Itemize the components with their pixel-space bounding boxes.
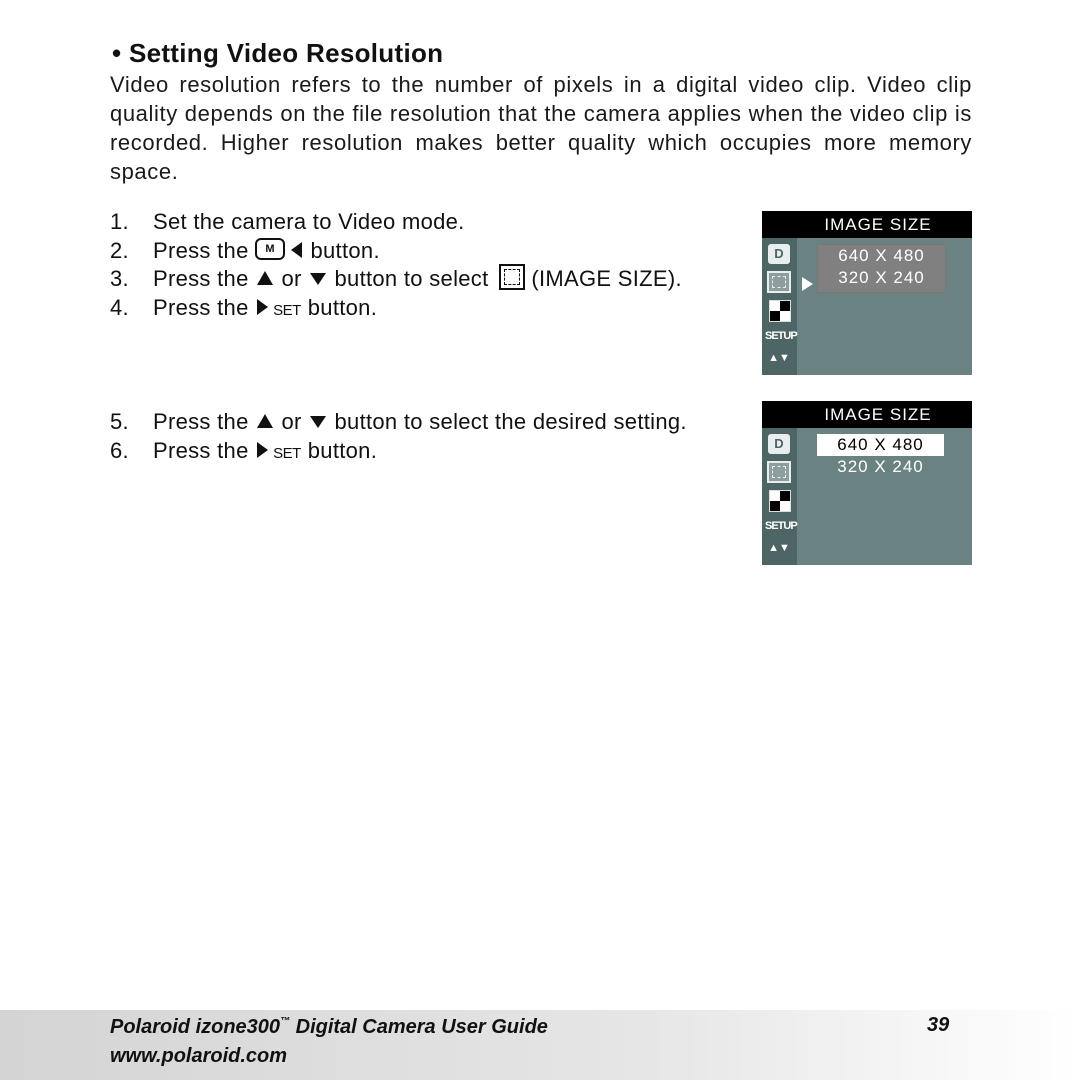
step-6: 6. Press the SET button.: [110, 437, 710, 469]
down-arrow-icon: [310, 416, 327, 429]
image-size-icon: [767, 271, 791, 293]
step-number: 2.: [110, 237, 129, 263]
left-arrow-icon: [291, 241, 303, 258]
image-size-icon: [767, 461, 791, 483]
camera-screen-2: IMAGE SIZE D SETUP ▲▼ 640 X 480 320 X 24…: [762, 401, 972, 565]
image-size-icon: [498, 264, 525, 291]
camera-mode-icon: D: [768, 434, 790, 454]
step-5: 5. Press the or button to select the des…: [110, 408, 710, 437]
trademark: ™: [280, 1016, 291, 1027]
down-arrow-icon: [310, 273, 327, 286]
camera-screen-1: IMAGE SIZE D SETUP ▲▼ 640 X 480 320 X 24…: [762, 211, 972, 375]
quality-icon: [769, 300, 791, 322]
screen-sidebar: D SETUP ▲▼: [762, 238, 798, 375]
right-arrow-icon: [257, 298, 269, 315]
setup-icon: SETUP: [765, 520, 798, 532]
option-320x240: 320 X 240: [837, 457, 924, 476]
section-title: Setting Video Resolution: [128, 38, 444, 68]
step-number: 3.: [110, 266, 129, 291]
up-arrow-icon: [257, 414, 274, 429]
right-arrow-icon: [257, 441, 269, 458]
quality-icon: [769, 490, 791, 512]
up-down-icon: ▲▼: [768, 542, 790, 554]
option-320x240: 320 X 240: [838, 268, 925, 287]
set-label: SET: [273, 444, 301, 462]
up-arrow-icon: [257, 271, 274, 286]
setup-icon: SETUP: [765, 330, 798, 342]
option-640x480-selected: 640 X 480: [817, 434, 944, 456]
set-label: SET: [273, 301, 301, 319]
screen-title: IMAGE SIZE: [762, 211, 972, 238]
step-1: 1. Set the camera to Video mode.: [110, 208, 710, 237]
page-number: 39: [927, 1014, 950, 1036]
step-number: 4.: [110, 294, 129, 320]
menu-m-button-icon: M: [255, 237, 286, 260]
intro-paragraph: Video resolution refers to the number of…: [110, 72, 972, 184]
bullet: •: [112, 38, 122, 68]
step-number: 5.: [110, 409, 129, 434]
step-text: Set the camera to Video mode.: [153, 209, 465, 234]
camera-mode-icon: D: [768, 244, 790, 264]
options-list: 640 X 480 320 X 240: [817, 434, 944, 478]
step-text: Press the SET button.: [153, 294, 378, 320]
options-list: 640 X 480 320 X 240: [817, 244, 946, 293]
footer-title: Polaroid izone300™ Digital Camera User G…: [110, 1016, 548, 1038]
steps-list-1: 1. Set the camera to Video mode. 2. Pres…: [110, 208, 710, 325]
screen-sidebar: D SETUP ▲▼: [762, 428, 798, 565]
footer-url[interactable]: www.polaroid.com: [110, 1045, 287, 1068]
up-down-icon: ▲▼: [768, 352, 790, 364]
steps-list-2: 5. Press the or button to select the des…: [110, 408, 710, 468]
option-640x480: 640 X 480: [838, 246, 925, 265]
step-text: Press the M button.: [153, 237, 380, 263]
section-heading: • Setting Video Resolution: [112, 38, 443, 69]
step-text: Press the or button to select the desire…: [153, 409, 687, 434]
pointer-arrow-icon: [802, 277, 813, 291]
step-3: 3. Press the or button to select (IMAGE …: [110, 264, 710, 294]
step-2: 2. Press the M button.: [110, 237, 710, 266]
step-number: 6.: [110, 437, 129, 463]
step-4: 4. Press the SET button.: [110, 294, 710, 326]
step-text: Press the SET button.: [153, 437, 378, 463]
step-number: 1.: [110, 209, 129, 234]
screen-title: IMAGE SIZE: [762, 401, 972, 428]
step-text: Press the or button to select (IMAGE SIZ…: [153, 264, 682, 291]
